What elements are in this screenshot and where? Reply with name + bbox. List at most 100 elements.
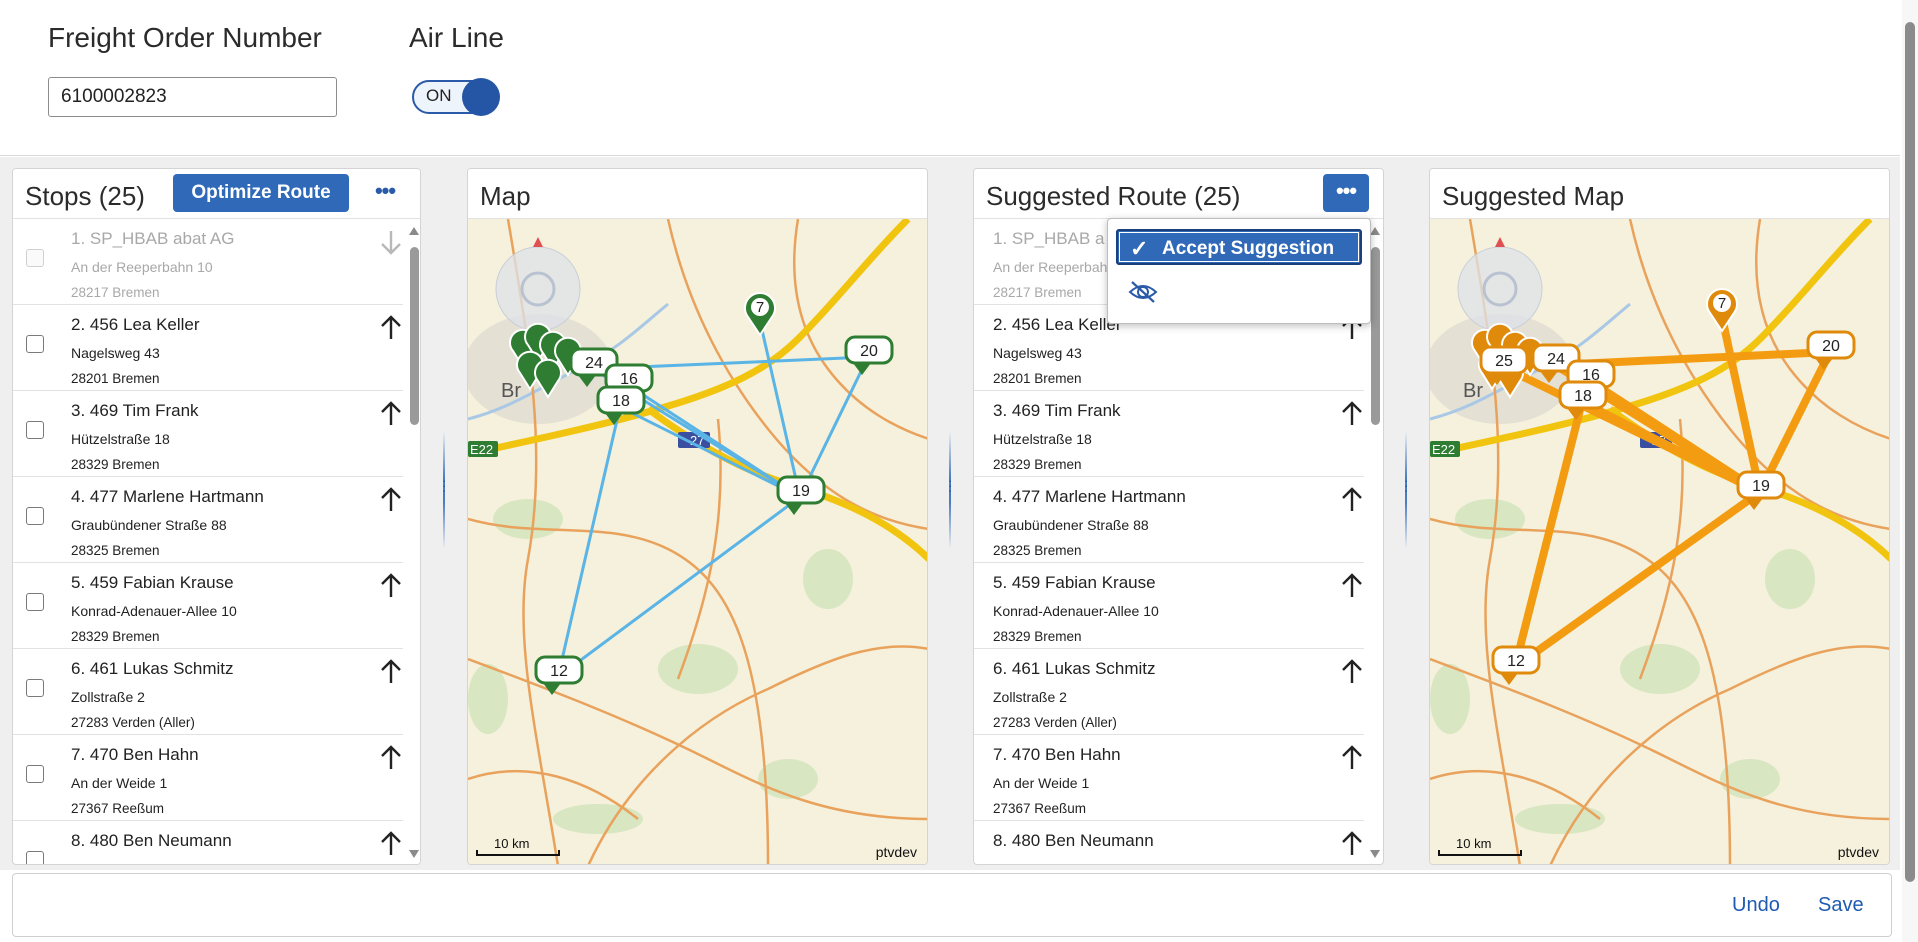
stop-name: 4. 477 Marlene Hartmann <box>71 487 264 506</box>
route-map[interactable]: E22 27 Br 24 16 18 7 20 19 12 10 km ptvdev <box>468 219 927 864</box>
arrow-up-icon[interactable] <box>1339 743 1364 773</box>
list-item[interactable]: 2. 456 Lea Keller Nagelsweg 43 28201 Breme… <box>13 305 403 391</box>
list-item[interactable]: 7. 470 Ben Hahn An der Weide 1 27367 Reeßu… <box>13 735 403 821</box>
stop-name: 6. 461 Lukas Schmitz <box>71 659 234 678</box>
freight-order-label: Freight Order Number <box>48 22 322 53</box>
stops-more-button[interactable]: ••• <box>362 174 408 212</box>
stop-city: 28329 Bremen <box>993 629 1082 644</box>
eye-slash-icon[interactable] <box>1128 279 1158 305</box>
stop-name: 8. 480 Ben Neumann <box>993 831 1154 850</box>
compass-control <box>495 246 581 332</box>
accept-suggestion-button[interactable]: ✓ Accept Suggestion <box>1116 229 1362 265</box>
footer-toolbar: Undo Save <box>12 873 1892 937</box>
stop-street: Zollstraße 2 <box>71 689 145 705</box>
page-scroll-thumb[interactable] <box>1905 22 1915 882</box>
arrow-up-icon[interactable] <box>378 571 403 601</box>
list-item[interactable]: 5. 459 Fabian Krause Konrad-Adenauer-Alle… <box>13 563 403 649</box>
park-area <box>468 664 508 734</box>
arrow-up-icon[interactable] <box>378 829 403 859</box>
marker-label: 19 <box>1752 478 1770 495</box>
scroll-up-arrow[interactable] <box>1370 227 1380 235</box>
arrow-up-icon[interactable] <box>1339 829 1364 859</box>
map-scale: 10 km <box>476 836 560 856</box>
list-item[interactable]: 5. 459 Fabian Krause Konrad-Adenauer-Alle… <box>974 563 1364 649</box>
arrow-down-icon[interactable] <box>378 227 403 257</box>
stop-city: 28329 Bremen <box>71 629 160 644</box>
scroll-thumb[interactable] <box>410 247 419 425</box>
stop-city: 28217 Bremen <box>993 285 1082 300</box>
suggested-route-map[interactable]: E2227Br252416187201912 10 km ptvdev <box>1430 219 1889 864</box>
arrow-up-icon[interactable] <box>378 743 403 773</box>
row-checkbox[interactable] <box>26 507 44 525</box>
park-area <box>1430 664 1470 734</box>
list-item[interactable]: 4. 477 Marlene Hartmann Graubündener Stra… <box>974 477 1364 563</box>
park-area <box>493 499 563 539</box>
road-label: E22 <box>470 442 493 457</box>
park-area <box>658 644 738 694</box>
row-checkbox[interactable] <box>26 335 44 353</box>
stops-title: Stops (25) <box>25 181 145 211</box>
list-item[interactable]: 4. 477 Marlene Hartmann Graubündener Stra… <box>13 477 403 563</box>
list-item[interactable]: 3. 469 Tim Frank Hützelstraße 18 28329 Bre… <box>13 391 403 477</box>
scroll-thumb[interactable] <box>1371 247 1380 425</box>
stop-street: Hützelstraße 18 <box>993 431 1092 447</box>
stop-name: 3. 469 Tim Frank <box>71 401 199 420</box>
air-line-toggle[interactable]: ON <box>412 78 500 116</box>
stop-city: 28201 Bremen <box>993 371 1082 386</box>
list-item[interactable]: 8. 480 Ben Neumann <box>13 821 403 864</box>
splitter-handle[interactable]: · · · <box>441 430 447 550</box>
arrow-up-icon[interactable] <box>378 399 403 429</box>
marker-label: 7 <box>1718 295 1726 312</box>
stop-street: Konrad-Adenauer-Allee 10 <box>71 603 237 619</box>
undo-button[interactable]: Undo <box>1732 894 1780 917</box>
page-scrollbar[interactable] <box>1902 0 1918 942</box>
map-panel-header: Map <box>468 169 927 219</box>
arrow-up-icon[interactable] <box>1339 485 1364 515</box>
row-checkbox[interactable] <box>26 679 44 697</box>
marker-label: 20 <box>860 343 878 360</box>
toggle-state-label: ON <box>426 86 452 105</box>
list-item[interactable]: 6. 461 Lukas Schmitz Zollstraße 2 27283 Ve… <box>13 649 403 735</box>
park-area <box>553 804 643 834</box>
freight-order-input[interactable]: 6100002823 <box>48 77 337 117</box>
row-checkbox[interactable] <box>26 851 44 864</box>
arrow-up-icon[interactable] <box>1339 657 1364 687</box>
arrow-up-icon[interactable] <box>1339 399 1364 429</box>
list-item[interactable]: 8. 480 Ben Neumann <box>974 821 1364 864</box>
splitter-handle[interactable]: · · · <box>1403 430 1409 550</box>
suggested-map-panel: Suggested Map E2227Br252416187201912 10 … <box>1429 168 1890 865</box>
air-line-label: Air Line <box>409 22 504 53</box>
arrow-up-icon[interactable] <box>1339 571 1364 601</box>
optimize-route-button[interactable]: Optimize Route <box>173 174 349 212</box>
scroll-down-arrow[interactable] <box>1370 850 1380 858</box>
list-item[interactable]: 3. 469 Tim Frank Hützelstraße 18 28329 Bre… <box>974 391 1364 477</box>
stop-name: 3. 469 Tim Frank <box>993 401 1121 420</box>
save-button[interactable]: Save <box>1818 894 1864 917</box>
scroll-down-arrow[interactable] <box>409 850 419 858</box>
marker-label: 20 <box>1822 338 1840 355</box>
list-item[interactable]: 6. 461 Lukas Schmitz Zollstraße 2 27283 Ve… <box>974 649 1364 735</box>
arrow-up-icon[interactable] <box>378 485 403 515</box>
list-item[interactable]: 7. 470 Ben Hahn An der Weide 1 27367 Reeßu… <box>974 735 1364 821</box>
stop-street: Graubündener Straße 88 <box>993 517 1149 533</box>
park-area <box>1620 644 1700 694</box>
arrow-up-icon[interactable] <box>378 313 403 343</box>
row-checkbox[interactable] <box>26 593 44 611</box>
suggested-more-button[interactable]: ••• <box>1323 174 1369 212</box>
stop-name: 2. 456 Lea Keller <box>71 315 200 334</box>
suggested-route-title: Suggested Route (25) <box>986 181 1241 211</box>
road-label: E22 <box>1432 442 1455 457</box>
row-checkbox[interactable] <box>26 765 44 783</box>
scroll-up-arrow[interactable] <box>409 227 419 235</box>
compass-control <box>1457 246 1543 332</box>
row-checkbox[interactable] <box>26 249 44 267</box>
arrow-up-icon[interactable] <box>378 657 403 687</box>
map-panel: Map E22 27 Br 24 16 18 7 20 19 12 10 km ptvdev <box>467 168 928 865</box>
stops-scrollbar[interactable] <box>407 219 420 864</box>
suggested-map-header: Suggested Map <box>1430 169 1889 219</box>
row-checkbox[interactable] <box>26 421 44 439</box>
park-area <box>1455 499 1525 539</box>
list-item[interactable]: 1. SP_HBAB abat AG An der Reeperbahn 10 28… <box>13 219 403 305</box>
splitter-handle[interactable]: · · · <box>947 430 953 550</box>
marker-label: 16 <box>620 371 638 388</box>
